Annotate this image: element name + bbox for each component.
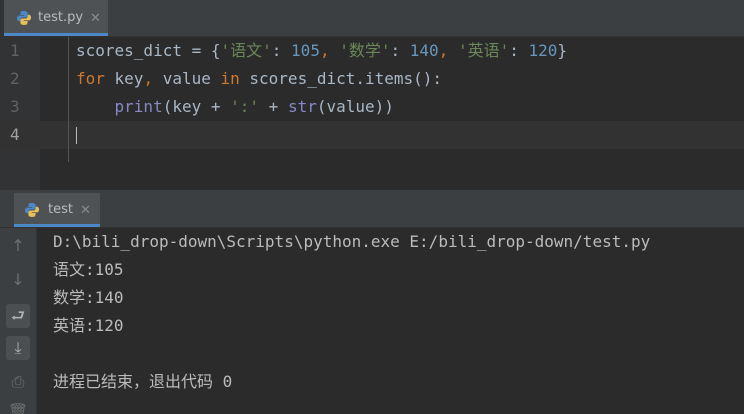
scroll-down-icon[interactable]: ↓ — [6, 268, 30, 292]
code-line: print(key + ':' + str(value)) — [76, 93, 394, 121]
print-icon[interactable]: ⎙ — [6, 370, 30, 394]
console-line: 英语:120 — [53, 316, 124, 335]
code-token: ':' — [230, 97, 260, 116]
line-number: 2 — [10, 69, 20, 88]
close-run-tab-icon[interactable]: ✕ — [80, 204, 91, 217]
code-token: value — [162, 69, 221, 88]
run-toolbar: ↑ ↓ ⮐ ⤓ ⎙ 🗑 — [0, 228, 37, 414]
code-token: '语文' — [220, 41, 272, 60]
editor-tab-label: test.py — [38, 10, 84, 25]
code-line: scores_dict = {'语文': 105, '数学': 140, '英语… — [76, 37, 567, 65]
run-console[interactable]: D:\bili_drop-down\Scripts\python.exe E:/… — [37, 228, 744, 414]
console-line: 进程已结束，退出代码 0 — [53, 372, 233, 391]
soft-wrap-icon[interactable]: ⮐ — [6, 304, 30, 328]
code-token: , — [438, 41, 458, 60]
console-line: 语文:105 — [53, 260, 124, 279]
active-run-tab-indicator — [14, 224, 100, 227]
run-tab-test[interactable]: test ✕ — [14, 193, 100, 227]
code-token: : — [390, 41, 410, 60]
line-number-gutter — [0, 37, 40, 190]
scroll-up-icon[interactable]: ↑ — [6, 234, 30, 258]
delete-icon[interactable]: 🗑 — [6, 400, 30, 414]
code-token: , — [143, 69, 163, 88]
code-editor[interactable]: 1 2 3 4 scores_dict = {'语文': 105, '数学': 140… — [0, 37, 744, 190]
active-tab-indicator — [4, 33, 108, 36]
code-token: 120 — [528, 41, 558, 60]
text-caret — [76, 127, 77, 144]
code-token: 105 — [291, 41, 320, 60]
run-tab-bar: test ✕ — [0, 193, 744, 228]
line-number: 4 — [10, 125, 20, 144]
code-token: : — [271, 41, 292, 60]
code-token: 140 — [409, 41, 439, 60]
code-token: scores_dict.items(): — [239, 69, 443, 88]
code-token: '数学' — [339, 41, 391, 60]
scroll-to-end-icon[interactable]: ⤓ — [6, 336, 30, 360]
console-line: 数学:140 — [53, 288, 124, 307]
python-file-icon — [17, 11, 31, 25]
line-number: 3 — [10, 97, 20, 116]
code-token: : — [509, 41, 529, 60]
code-token: (value)) — [316, 97, 394, 116]
code-token: for — [76, 69, 105, 88]
line-number: 1 — [10, 41, 20, 60]
code-token: '英语' — [457, 41, 510, 60]
code-line: for key, value in scores_dict.items(): — [76, 65, 442, 93]
code-token: print — [114, 97, 163, 116]
gutter-separator — [68, 37, 69, 162]
editor-tab-test-py[interactable]: test.py ✕ — [4, 0, 108, 36]
code-token: } — [557, 41, 568, 60]
python-run-icon — [25, 203, 39, 217]
console-line: D:\bili_drop-down\Scripts\python.exe E:/… — [53, 232, 651, 251]
code-token: , — [319, 41, 340, 60]
code-token: in — [220, 69, 240, 88]
code-token: (key + — [162, 97, 231, 116]
code-token: str — [287, 97, 317, 116]
ide-window: test.py ✕ 1 2 3 4 scores_dict = {'语文': 105,… — [0, 0, 744, 414]
current-line-highlight — [0, 121, 744, 149]
editor-tab-bar: test.py ✕ — [0, 0, 744, 37]
close-tab-icon[interactable]: ✕ — [90, 12, 101, 25]
code-token: key — [104, 69, 144, 88]
code-token: scores_dict = { — [76, 41, 221, 60]
run-tab-label: test — [48, 202, 73, 217]
code-token: + — [259, 97, 288, 116]
